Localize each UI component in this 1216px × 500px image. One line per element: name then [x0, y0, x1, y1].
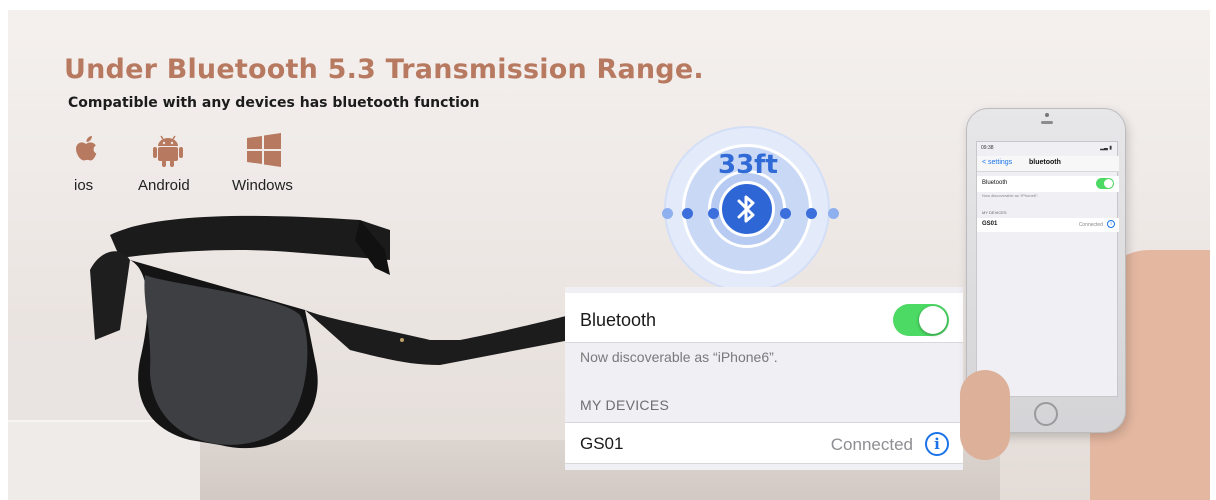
phone-toggle-knob [1104, 179, 1113, 188]
phone-info-icon[interactable]: i [1107, 220, 1115, 228]
bluetooth-icon [737, 195, 755, 223]
product-banner: Under Bluetooth 5.3 Transmission Range. … [0, 0, 1216, 500]
device-status: Connected [830, 435, 913, 454]
bluetooth-row: Bluetooth [565, 293, 963, 343]
bluetooth-toggle[interactable] [893, 304, 949, 336]
phone-camera [1045, 113, 1049, 117]
phone-device-row[interactable]: GS01 Connected i [977, 218, 1119, 232]
discoverable-text: Now discoverable as “iPhone6”. [580, 349, 778, 365]
frame-right [1210, 0, 1216, 500]
phone-bluetooth-row: Bluetooth [977, 176, 1119, 192]
range-distance: 33ft [718, 150, 778, 180]
range-dot [780, 208, 791, 219]
device-name: GS01 [580, 434, 624, 453]
phone-device-name: GS01 [982, 221, 998, 227]
range-dot [806, 208, 817, 219]
info-icon[interactable]: i [925, 432, 949, 456]
bluetooth-label: Bluetooth [580, 310, 657, 330]
frame-top [0, 0, 1216, 10]
phone-status-icons: ▂▃ ▮ [1100, 145, 1112, 151]
thumb-image [960, 370, 1010, 460]
phone-nav-bar: < settings bluetooth [977, 156, 1119, 172]
phone-bluetooth-toggle[interactable] [1096, 178, 1114, 189]
phone-device-status: Connected [1078, 222, 1103, 228]
apple-icon [76, 136, 97, 161]
toggle-knob [919, 306, 947, 334]
phone-bluetooth-label: Bluetooth [982, 180, 1008, 186]
bluetooth-settings-panel: Bluetooth Now discoverable as “iPhone6”.… [565, 287, 963, 470]
phone-status-time: 09:38 [981, 145, 994, 151]
range-dot [828, 208, 839, 219]
subheadline: Compatible with any devices has bluetoot… [68, 95, 480, 111]
frame-left [0, 0, 8, 500]
range-dot [682, 208, 693, 219]
my-devices-header: MY DEVICES [580, 397, 670, 413]
phone-screen: 09:38 ▂▃ ▮ < settings bluetooth Bluetoot… [976, 141, 1119, 397]
phone-screen-title: bluetooth [1029, 159, 1061, 166]
phone-speaker [1041, 121, 1053, 124]
range-dot [662, 208, 673, 219]
sunglasses-image [90, 215, 570, 449]
phone-my-devices-header: MY DEVICES [982, 210, 1007, 215]
windows-icon [247, 133, 281, 167]
phone-home-button [1034, 402, 1058, 426]
phone-back-link[interactable]: < settings [982, 159, 1012, 166]
device-row[interactable]: GS01 Connected i [565, 422, 963, 464]
range-dot [708, 208, 719, 219]
headline: Under Bluetooth 5.3 Transmission Range. [64, 54, 704, 85]
android-icon [153, 135, 183, 167]
phone-discoverable-text: Now discoverable as “iPhone6”. [982, 193, 1039, 198]
